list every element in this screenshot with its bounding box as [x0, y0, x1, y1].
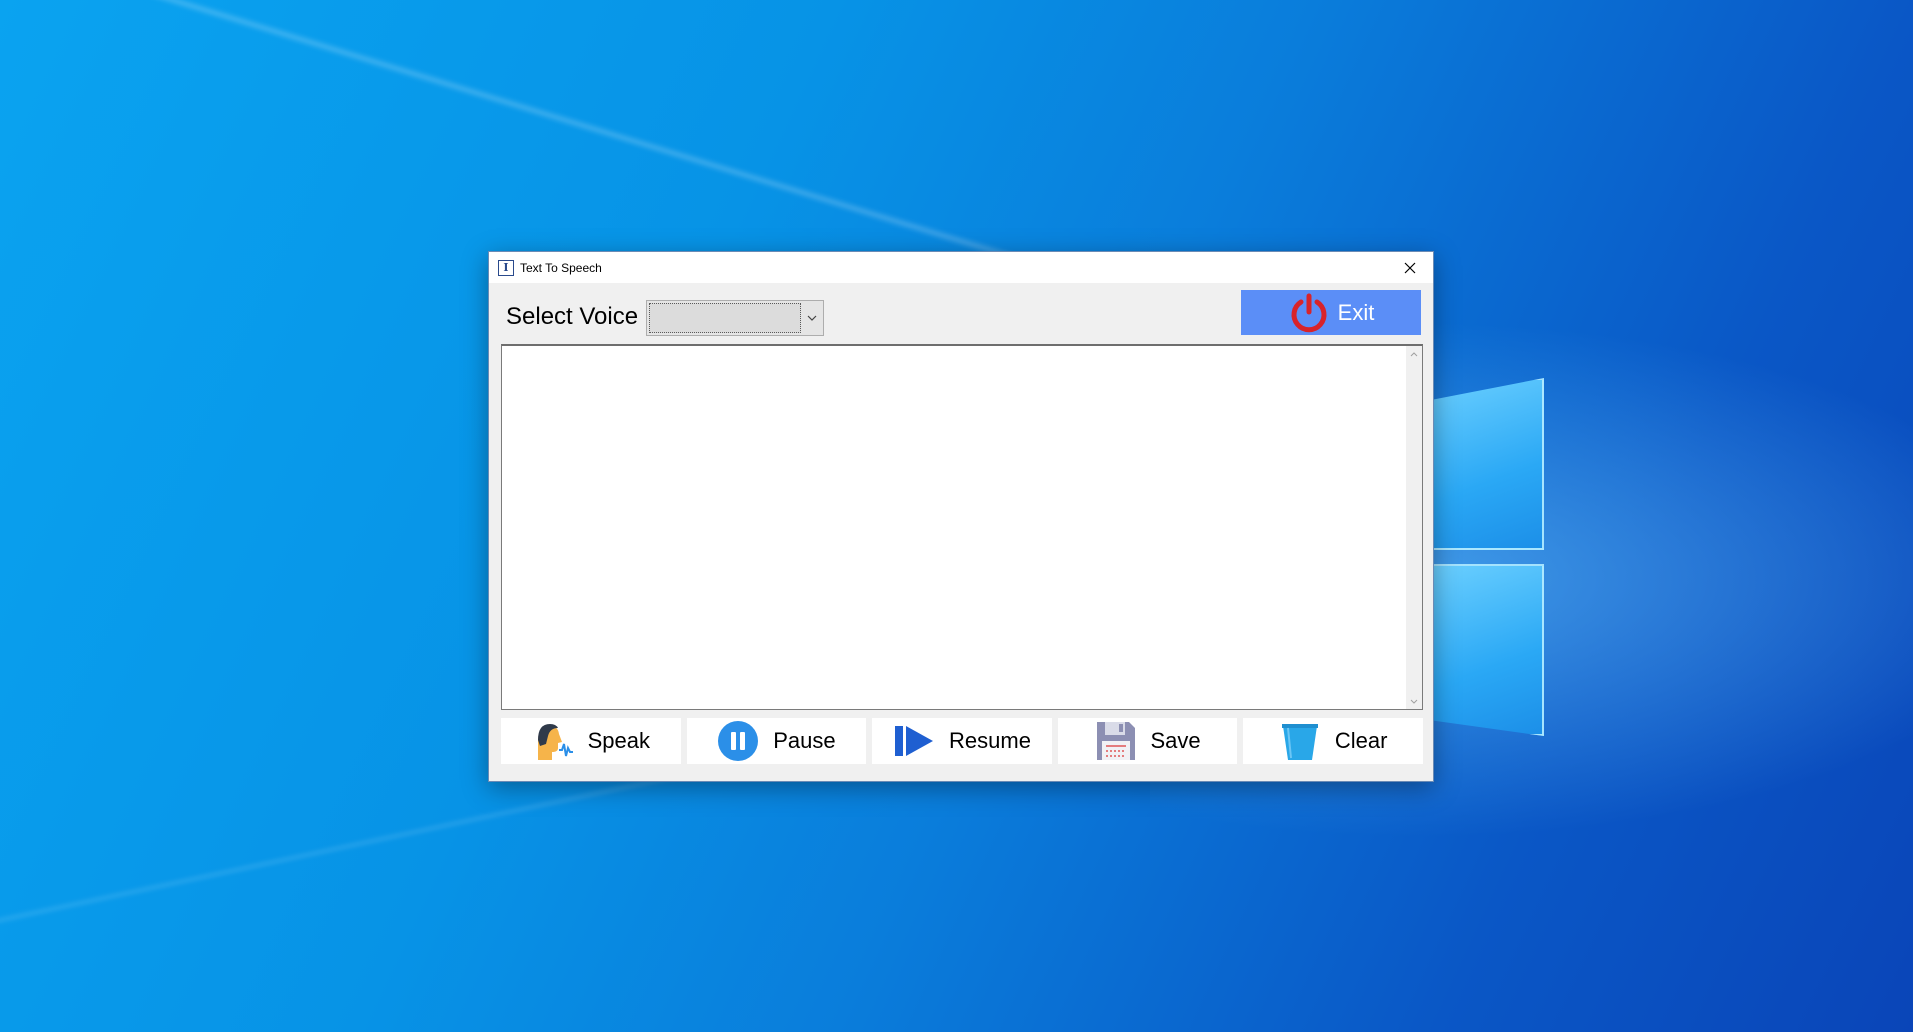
resume-button[interactable]: Resume — [872, 718, 1052, 764]
scroll-down-button[interactable] — [1406, 693, 1422, 709]
speaking-head-icon — [532, 720, 574, 762]
pause-label: Pause — [773, 728, 836, 753]
chevron-down-icon — [1410, 699, 1418, 704]
clear-button[interactable]: Clear — [1243, 718, 1423, 764]
vertical-scrollbar[interactable] — [1406, 346, 1422, 709]
exit-button[interactable]: Exit — [1241, 290, 1421, 335]
trash-bin-icon — [1279, 720, 1321, 762]
chevron-down-icon — [801, 315, 823, 321]
toolbar: Select Voice Exit — [489, 283, 1433, 341]
scroll-up-button[interactable] — [1406, 346, 1422, 362]
text-to-speech-window: I Text To Speech Select Voice Exit Speak… — [488, 251, 1434, 782]
text-editor[interactable] — [502, 346, 1406, 709]
close-icon — [1404, 262, 1416, 273]
window-title: Text To Speech — [520, 260, 602, 275]
app-icon: I — [498, 259, 514, 276]
text-input-area[interactable] — [501, 344, 1423, 710]
save-label: Save — [1150, 728, 1201, 753]
pause-icon — [717, 720, 759, 762]
floppy-disk-icon — [1095, 720, 1137, 762]
chevron-up-icon — [1410, 351, 1418, 356]
title-bar: I Text To Speech — [489, 252, 1433, 283]
action-buttons: Speak Pause Resume Save Clear — [501, 718, 1423, 764]
windows-logo — [1420, 378, 1580, 738]
voice-dropdown[interactable] — [646, 300, 824, 336]
close-button[interactable] — [1387, 252, 1433, 283]
power-icon — [1291, 293, 1327, 332]
select-voice-label: Select Voice — [506, 303, 639, 330]
save-button[interactable]: Save — [1057, 718, 1238, 764]
clear-label: Clear — [1334, 728, 1388, 753]
windows-logo-pane — [1420, 378, 1544, 550]
resume-label: Resume — [949, 728, 1031, 753]
pause-button[interactable]: Pause — [686, 718, 867, 764]
exit-label: Exit — [1337, 299, 1375, 325]
speak-button[interactable]: Speak — [501, 718, 681, 764]
speak-label: Speak — [587, 728, 650, 753]
voice-dropdown-value — [649, 303, 801, 333]
resume-icon — [893, 720, 935, 762]
windows-logo-pane — [1420, 564, 1544, 736]
